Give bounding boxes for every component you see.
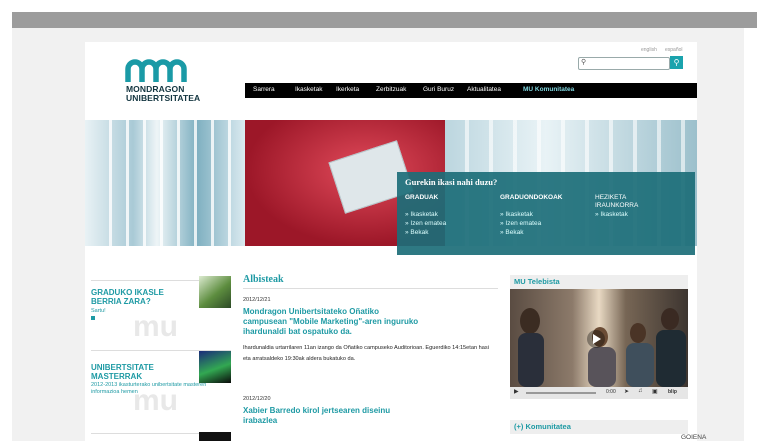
left-promo-sub[interactable]: Sartu! bbox=[91, 308, 106, 315]
left-promo-3 bbox=[91, 432, 231, 441]
lang-spanish-link[interactable]: español bbox=[665, 47, 683, 53]
nav-aktualitatea[interactable]: Aktualitatea bbox=[467, 86, 501, 93]
left-promo-masters[interactable]: mu UNIBERTSITATE MASTERRAK 2012-2013 ika… bbox=[91, 350, 231, 430]
news-date: 2012/12/21 bbox=[243, 297, 271, 303]
search-button[interactable]: ⚲ bbox=[670, 56, 683, 69]
left-promo-thumb bbox=[199, 351, 231, 383]
tv-title: MU Telebista bbox=[510, 275, 688, 289]
logo-icon[interactable] bbox=[125, 58, 187, 84]
video-people-illustration bbox=[518, 308, 686, 387]
left-promo-thumb bbox=[199, 276, 231, 308]
web-page: MONDRAGON UNIBERTSITATEA english español… bbox=[85, 42, 697, 441]
video-player[interactable] bbox=[510, 289, 688, 387]
logo-line-2: UNIBERTSITATEA bbox=[126, 93, 201, 103]
photo-credit: GOIENA bbox=[681, 434, 707, 441]
search-icon: ⚲ bbox=[673, 58, 680, 67]
browser-bar bbox=[12, 12, 757, 28]
fullscreen-icon[interactable]: ▣ bbox=[652, 388, 658, 395]
promo-link[interactable]: » Ikasketak bbox=[595, 210, 655, 219]
vimeo-logo-icon[interactable]: blip bbox=[668, 389, 677, 395]
promo-link[interactable]: » Bekak bbox=[500, 228, 562, 237]
volume-icon[interactable]: ♫ bbox=[638, 388, 643, 394]
video-time: 0:00 bbox=[606, 389, 616, 395]
nav-zerbitzuak[interactable]: Zerbitzuak bbox=[376, 86, 406, 93]
hero-window-bars bbox=[95, 120, 235, 246]
main-nav: Sarrera Ikasketak Ikerketa Zerbitzuak Gu… bbox=[245, 83, 697, 98]
left-promo-sub[interactable]: 2012-2013 ikasturterako unibertsitate ma… bbox=[91, 382, 209, 395]
search-input[interactable]: ⚲ bbox=[578, 57, 670, 70]
news-title-link[interactable]: Xabier Barredo kirol jertsearen diseinu … bbox=[243, 406, 393, 426]
promo-link[interactable]: » Izen ematea bbox=[405, 219, 446, 228]
nav-ikasketak[interactable]: Ikasketak bbox=[295, 86, 322, 93]
promo-link[interactable]: » Bekak bbox=[405, 228, 446, 237]
promo-col-graduak: GRADUAK » Ikasketak » Izen ematea » Beka… bbox=[405, 194, 446, 237]
promo-head[interactable]: HEZIKETA IRAUNKORRA bbox=[595, 194, 655, 210]
share-icon[interactable]: ➤ bbox=[624, 388, 629, 395]
left-promo-title[interactable]: UNIBERTSITATE MASTERRAK bbox=[91, 363, 191, 381]
video-seek-bar[interactable] bbox=[526, 392, 596, 394]
logo-text: MONDRAGON UNIBERTSITATEA bbox=[126, 85, 200, 103]
news-heading: Albisteak bbox=[243, 274, 284, 285]
left-promo-watermark: mu bbox=[133, 310, 178, 343]
divider bbox=[243, 288, 498, 289]
promo-title: Gurekin ikasi nahi duzu? bbox=[405, 177, 498, 187]
promo-col-graduondokoak: GRADUONDOKOAK » Ikasketak » Izen ematea … bbox=[500, 194, 562, 237]
left-promo-thumb bbox=[199, 432, 231, 441]
top-margin bbox=[0, 0, 757, 12]
komunitatea-toggle[interactable]: (+) Komunitatea bbox=[510, 420, 688, 434]
left-promo-new-students[interactable]: mu GRADUKO IKASLE BERRIA ZARA? Sartu! bbox=[91, 276, 231, 350]
promo-link[interactable]: » Izen ematea bbox=[500, 219, 562, 228]
video-controls: ▶ 0:00 ➤ ♫ ▣ blip bbox=[510, 387, 688, 399]
lang-english-link[interactable]: english bbox=[641, 47, 657, 53]
left-promo-title[interactable]: GRADUKO IKASLE BERRIA ZARA? bbox=[91, 288, 181, 306]
more-icon[interactable] bbox=[91, 316, 95, 320]
nav-ikerketa[interactable]: Ikerketa bbox=[336, 86, 359, 93]
promo-col-heziketa: HEZIKETA IRAUNKORRA » Ikasketak bbox=[595, 194, 655, 219]
news-date: 2012/12/20 bbox=[243, 396, 271, 402]
nav-guri-buruz[interactable]: Guri Buruz bbox=[423, 86, 454, 93]
promo-head[interactable]: GRADUAK bbox=[405, 194, 446, 202]
nav-mu-komunitatea[interactable]: MU Komunitatea bbox=[523, 86, 574, 93]
promo-link[interactable]: » Ikasketak bbox=[500, 210, 562, 219]
study-promo-box: Gurekin ikasi nahi duzu? GRADUAK » Ikask… bbox=[397, 172, 695, 255]
nav-sarrera[interactable]: Sarrera bbox=[253, 86, 275, 93]
news-title-link[interactable]: Mondragon Unibertsitateko Oñatiko campus… bbox=[243, 307, 423, 337]
news-body: Ihardunaldia urtarrilaren 11an izango da… bbox=[243, 345, 489, 362]
promo-head[interactable]: GRADUONDOKOAK bbox=[500, 194, 562, 202]
search-field-icon: ⚲ bbox=[581, 59, 587, 66]
promo-link[interactable]: » Ikasketak bbox=[405, 210, 446, 219]
play-icon[interactable]: ▶ bbox=[514, 388, 519, 395]
